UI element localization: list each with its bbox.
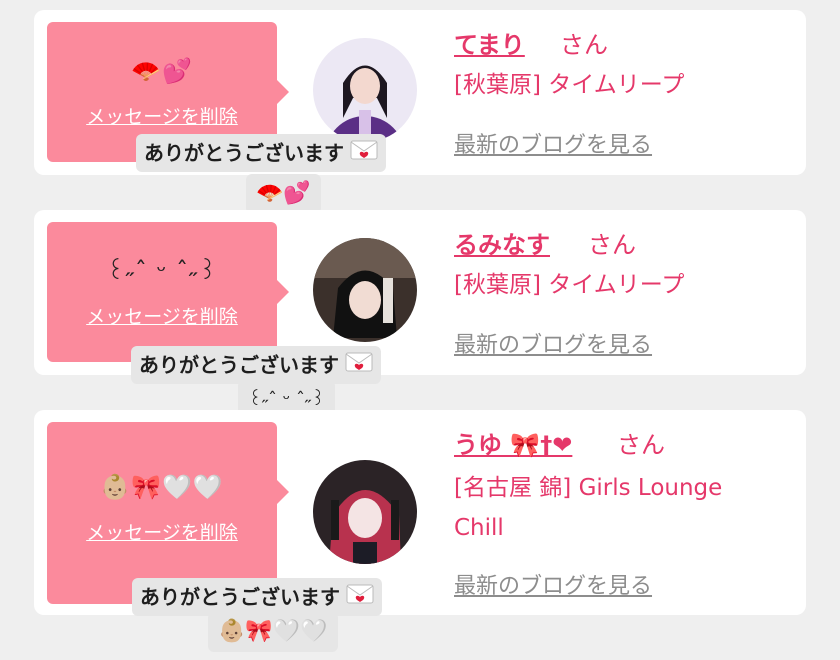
shop-name: [秋葉原] タイムリープ — [454, 72, 685, 98]
reply-message: ありがとうございます — [132, 578, 382, 616]
delete-message-link[interactable]: メッセージを削除 — [86, 302, 238, 329]
latest-blog-link[interactable]: 最新のブログを見る — [454, 568, 652, 600]
avatar[interactable] — [313, 38, 417, 142]
love-letter-icon — [350, 134, 378, 172]
honorific: さん — [560, 31, 608, 59]
love-letter-icon — [345, 346, 373, 384]
reply-text: ありがとうございます — [139, 353, 339, 377]
message-emoji: 👶🏼🎀🤍🤍 — [100, 473, 224, 501]
honorific: さん — [588, 231, 636, 259]
avatar[interactable] — [313, 460, 417, 564]
cast-name-link[interactable]: るみなす — [454, 225, 550, 260]
message-emoji: 🪭💕 — [131, 57, 193, 85]
love-letter-icon — [346, 578, 374, 616]
reply-emoji: 👶🏼🎀🤍🤍 — [208, 612, 338, 652]
delete-message-link[interactable]: メッセージを削除 — [86, 102, 238, 129]
reply-message: ありがとうございます — [136, 134, 386, 172]
latest-blog-link[interactable]: 最新のブログを見る — [454, 327, 652, 359]
delete-message-link[interactable]: メッセージを削除 — [86, 518, 238, 545]
avatar[interactable] — [313, 238, 417, 342]
reply-text: ありがとうございます — [140, 585, 340, 609]
shop-name: [名古屋 錦] Girls Lounge Chill — [454, 475, 723, 541]
shop-name: [秋葉原] タイムリープ — [454, 272, 685, 298]
message-bubble: ꒰˶ˆ ᵕ ˆ˶꒱ メッセージを削除 — [47, 222, 289, 362]
reply-message: ありがとうございます — [131, 346, 381, 384]
reply-text: ありがとうございます — [144, 141, 344, 165]
honorific: さん — [617, 431, 665, 459]
reply-emoji: 🪭💕 — [246, 174, 321, 214]
message-bubble: 👶🏼🎀🤍🤍 メッセージを削除 — [47, 422, 289, 604]
cast-name-link[interactable]: うゆ 🎀†❤ — [454, 425, 572, 460]
cast-name-link[interactable]: てまり — [454, 25, 525, 60]
latest-blog-link[interactable]: 最新のブログを見る — [454, 127, 652, 159]
message-emoji: ꒰˶ˆ ᵕ ˆ˶꒱ — [106, 257, 218, 285]
